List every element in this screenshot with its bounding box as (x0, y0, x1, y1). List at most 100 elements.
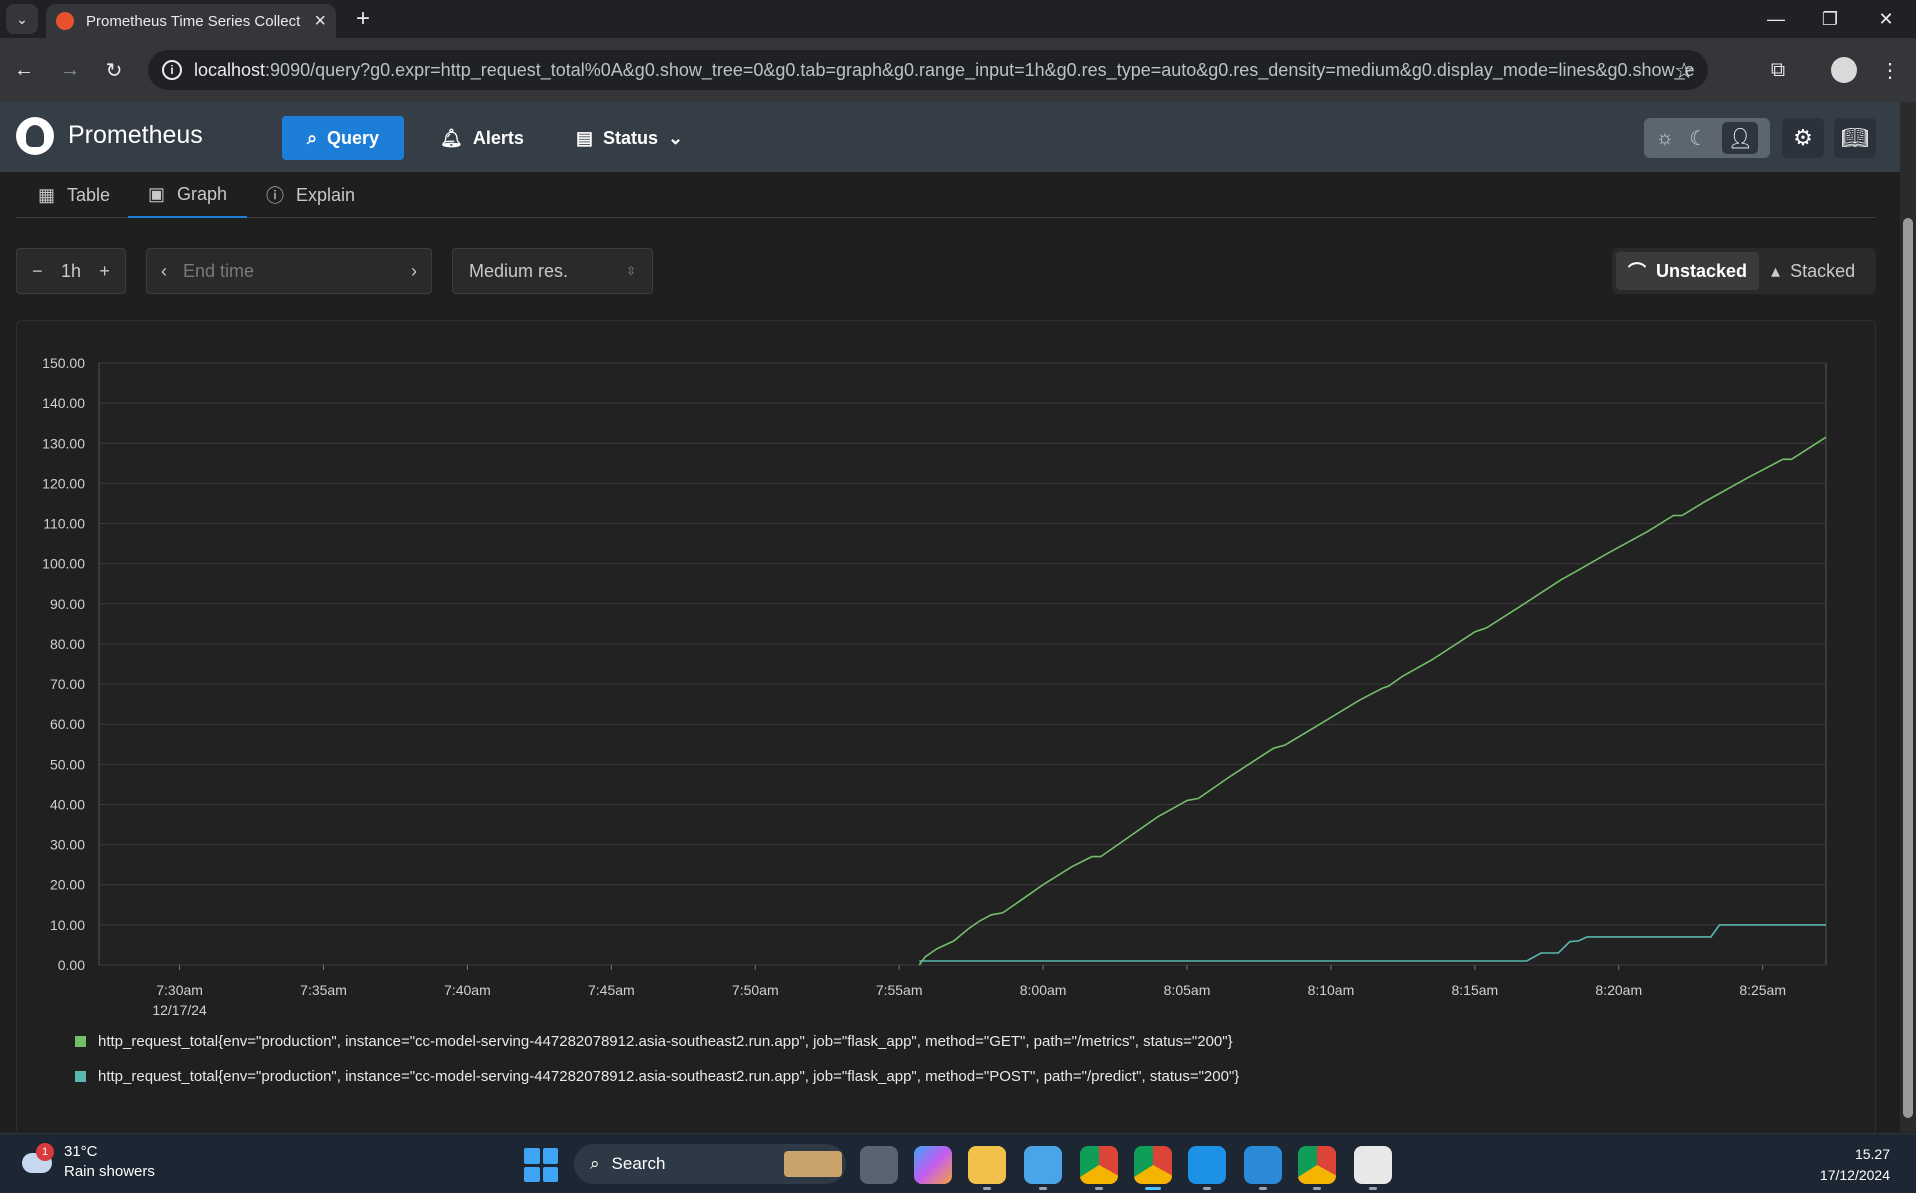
page-scrollbar[interactable] (1900, 102, 1916, 1132)
decrease-range-button[interactable]: − (32, 261, 43, 282)
y-tick-label: 140.00 (42, 395, 85, 411)
weather-desc: Rain showers (64, 1163, 155, 1180)
chevron-left-icon[interactable]: ‹ (161, 261, 167, 282)
prometheus-navbar: Prometheus ⌕ Query 🔔︎ Alerts ▤ Status ⌄ … (0, 102, 1900, 172)
graph-icon: ▣ (148, 183, 166, 204)
dark-theme-icon[interactable]: ☾ (1689, 126, 1707, 151)
light-theme-icon[interactable]: ☼ (1656, 127, 1674, 150)
settings-gear-icon[interactable]: ⚙ (1782, 118, 1824, 158)
docker-icon[interactable] (1188, 1146, 1226, 1190)
back-icon[interactable]: ← (4, 50, 44, 90)
y-tick-label: 50.00 (50, 756, 85, 772)
browser-menu-icon[interactable]: ⋮ (1870, 50, 1910, 90)
table-icon: ▦ (38, 184, 56, 205)
prometheus-logo-icon (16, 117, 54, 155)
browser-tab-strip: ⌄ Prometheus Time Series Collect × + — ❐… (0, 0, 1916, 38)
close-tab-icon[interactable]: × (314, 10, 326, 33)
tab-table[interactable]: ▦ Table (38, 172, 110, 218)
file-explorer-icon[interactable] (968, 1146, 1006, 1190)
range-value[interactable]: 1h (61, 261, 81, 282)
resolution-select[interactable]: Medium res. ⇳ (452, 248, 653, 294)
system-clock[interactable]: 15.27 17/12/2024 (1820, 1144, 1890, 1186)
x-tick-label: 7:40am (444, 982, 491, 998)
chevron-updown-icon: ⇳ (625, 264, 636, 278)
tab-explain[interactable]: ⓘ Explain (266, 172, 355, 218)
site-info-icon[interactable]: i (162, 60, 182, 80)
legend-item[interactable]: http_request_total{env="production", ins… (75, 1033, 1233, 1050)
vscode-icon[interactable] (1244, 1146, 1282, 1190)
prometheus-favicon-icon (56, 12, 74, 30)
chevron-down-icon: ⌄ (668, 127, 684, 148)
bookmark-star-icon[interactable]: ☆ (1674, 58, 1694, 84)
new-tab-button[interactable]: + (348, 4, 378, 34)
line-chart-icon: ⌒ (1628, 262, 1646, 282)
brand-title[interactable]: Prometheus (68, 121, 203, 150)
stacked-option[interactable]: ▴ Stacked (1759, 252, 1867, 290)
chevron-right-icon[interactable]: › (411, 261, 417, 282)
unstacked-option[interactable]: ⌒ Unstacked (1616, 252, 1760, 290)
auto-theme-icon[interactable]: 👤︎ (1722, 122, 1759, 154)
legend-label: http_request_total{env="production", ins… (98, 1033, 1233, 1050)
x-tick-label: 8:00am (1020, 982, 1067, 998)
y-tick-label: 60.00 (50, 716, 85, 732)
bell-icon: 🔔︎ (440, 127, 463, 148)
weather-temp: 31°C (64, 1143, 98, 1160)
panel-tabs: ▦ Table ▣ Graph ⓘ Explain (16, 172, 1876, 218)
windows-start-icon[interactable] (524, 1148, 558, 1182)
increase-range-button[interactable]: + (99, 261, 110, 282)
chrome-profile-1-icon[interactable] (1080, 1146, 1118, 1190)
reload-icon[interactable]: ↻ (94, 50, 134, 90)
nav-query-button[interactable]: ⌕ Query (282, 116, 404, 160)
info-icon: ⓘ (266, 186, 284, 206)
legend-swatch (75, 1071, 86, 1082)
url-text: localhost:9090/query?g0.expr=http_reques… (194, 59, 1694, 80)
snipping-tool-icon[interactable] (1354, 1146, 1392, 1190)
theme-switcher: ☼ ☾ 👤︎ (1644, 118, 1770, 158)
x-tick-label: 8:20am (1595, 982, 1642, 998)
nav-status-dropdown[interactable]: ▤ Status ⌄ (576, 116, 683, 160)
y-tick-label: 0.00 (58, 957, 85, 973)
legend-item[interactable]: http_request_total{env="production", ins… (75, 1068, 1239, 1085)
y-tick-label: 90.00 (50, 596, 85, 612)
address-bar[interactable]: i localhost:9090/query?g0.expr=http_requ… (148, 50, 1708, 90)
chrome-profile-3-icon[interactable] (1298, 1146, 1336, 1190)
plot-area (98, 362, 1827, 966)
restore-icon[interactable]: ❐ (1800, 0, 1860, 38)
chevron-down-icon: ⌄ (16, 10, 28, 27)
time-series-chart[interactable]: 0.00 10.00 20.00 30.00 40.00 50.00 60.00 70.00 8… (17, 321, 1877, 1137)
graph-panel: 0.00 10.00 20.00 30.00 40.00 50.00 60.00 70.00 8… (16, 320, 1876, 1136)
minimize-icon[interactable]: — (1746, 0, 1806, 38)
copilot-icon[interactable] (914, 1146, 952, 1184)
end-time-input[interactable]: ‹ End time › (146, 248, 432, 294)
search-icon: ⌕ (590, 1154, 600, 1173)
y-tick-label: 130.00 (42, 435, 85, 451)
y-tick-label: 30.00 (50, 837, 85, 853)
nav-alerts-button[interactable]: 🔔︎ Alerts (440, 116, 524, 160)
chrome-profile-2-icon[interactable] (1134, 1146, 1172, 1190)
y-tick-label: 20.00 (50, 877, 85, 893)
server-icon: ▤ (576, 127, 594, 148)
weather-widget[interactable]: 1 31°C Rain showers (20, 1142, 155, 1182)
y-tick-label: 80.00 (50, 636, 85, 652)
y-tick-label: 150.00 (42, 355, 85, 371)
profile-avatar[interactable] (1824, 50, 1864, 90)
extensions-icon[interactable]: ⧉ (1758, 50, 1798, 90)
documentation-book-icon[interactable]: 📖︎ (1834, 118, 1876, 158)
x-tick-date-label: 12/17/24 (152, 1002, 207, 1018)
windows-taskbar: 1 31°C Rain showers ⌕ Search 15.27 17/12/… (0, 1133, 1916, 1193)
search-highlight-image (784, 1151, 842, 1177)
forward-icon[interactable]: → (50, 50, 90, 90)
taskbar-search[interactable]: ⌕ Search (574, 1144, 846, 1184)
x-tick-label: 7:55am (876, 982, 923, 998)
tab-graph[interactable]: ▣ Graph (128, 172, 248, 218)
x-tick-label: 7:35am (300, 982, 347, 998)
browser-tab-active[interactable]: Prometheus Time Series Collect × (46, 4, 336, 38)
tab-search-button[interactable]: ⌄ (6, 4, 38, 34)
scrollbar-thumb[interactable] (1903, 218, 1913, 1118)
notepad-icon[interactable] (1024, 1146, 1062, 1190)
close-window-icon[interactable]: ✕ (1856, 0, 1916, 38)
area-chart-icon: ▴ (1771, 260, 1781, 281)
task-view-icon[interactable] (860, 1146, 898, 1184)
y-tick-label: 10.00 (50, 917, 85, 933)
x-tick-label: 7:30am (156, 982, 203, 998)
